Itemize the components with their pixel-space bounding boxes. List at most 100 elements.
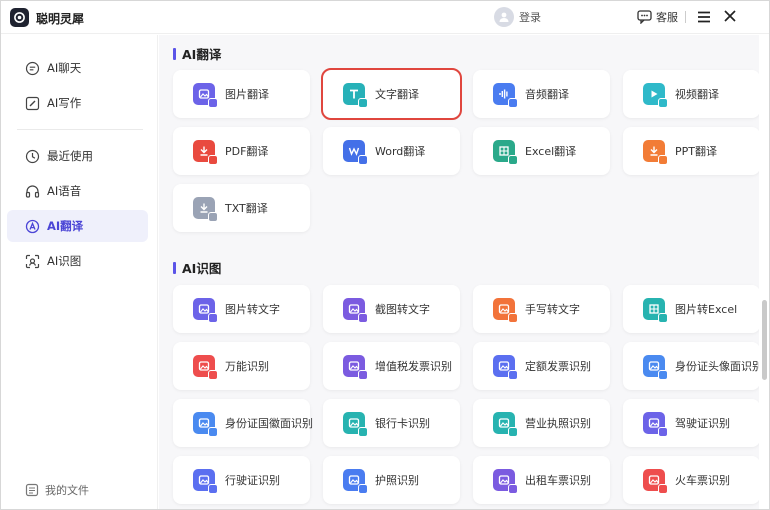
sidebar-divider — [17, 129, 143, 130]
universal-icon — [193, 355, 218, 380]
login-button[interactable]: 登录 — [494, 7, 541, 27]
icon-badge — [658, 313, 668, 323]
feature-card-label: 万能识别 — [225, 360, 269, 373]
section-title-text: AI翻译 — [182, 47, 222, 62]
feature-card-label: 火车票识别 — [675, 474, 730, 487]
feature-card[interactable]: 身份证头像面识别 — [623, 342, 759, 390]
sidebar-item-ai-recognize[interactable]: AI识图 — [7, 245, 148, 277]
icon-badge — [208, 484, 218, 494]
image-text-icon — [193, 298, 218, 323]
scrollbar[interactable] — [760, 35, 769, 509]
feature-card[interactable]: 营业执照识别 — [473, 399, 610, 447]
icon-badge — [508, 427, 518, 437]
feature-card[interactable]: 行驶证识别 — [173, 456, 310, 504]
feature-card[interactable]: Excel翻译 — [473, 127, 610, 175]
feature-card-label: PPT翻译 — [675, 145, 717, 158]
feature-card-label: TXT翻译 — [225, 202, 268, 215]
feature-card[interactable]: TXT翻译 — [173, 184, 310, 232]
feature-card[interactable]: 图片转文字 — [173, 285, 310, 333]
feature-card[interactable]: 图片翻译 — [173, 70, 310, 118]
app-logo-icon — [10, 8, 29, 27]
avatar-icon — [494, 7, 514, 27]
feature-card[interactable]: 增值税发票识别 — [323, 342, 460, 390]
feature-card[interactable]: 音频翻译 — [473, 70, 610, 118]
scan-icon — [25, 254, 40, 268]
section-title-text: AI识图 — [182, 261, 222, 276]
section-accent — [173, 47, 176, 60]
feature-card-label: Excel翻译 — [525, 145, 577, 158]
icon-badge — [358, 370, 368, 380]
video-icon — [643, 83, 668, 108]
handwrite-icon — [493, 298, 518, 323]
feature-card-label: Word翻译 — [375, 145, 426, 158]
feature-card[interactable]: 手写转文字 — [473, 285, 610, 333]
feature-card-label: 增值税发票识别 — [375, 360, 452, 373]
sidebar-item-ai-voice[interactable]: AI语音 — [7, 175, 148, 207]
feature-card-label: 营业执照识别 — [525, 417, 591, 430]
close-icon[interactable] — [722, 8, 738, 24]
feature-card-label: 手写转文字 — [525, 303, 580, 316]
icon-badge — [658, 427, 668, 437]
app-window: 聪明灵犀 登录 客服 AI聊天 AI写作 最近使用 AI语音 AI翻译 AI识图… — [0, 0, 770, 510]
feature-card[interactable]: PPT翻译 — [623, 127, 759, 175]
service-chat-icon — [637, 10, 652, 24]
feature-card[interactable]: 驾驶证识别 — [623, 399, 759, 447]
icon-badge — [208, 212, 218, 222]
feature-card[interactable]: Word翻译 — [323, 127, 460, 175]
quota-invoice-icon — [493, 355, 518, 380]
icon-badge — [358, 155, 368, 165]
sidebar-item-ai-write[interactable]: AI写作 — [7, 87, 148, 119]
icon-badge — [658, 484, 668, 494]
feature-card-label: PDF翻译 — [225, 145, 269, 158]
feature-card[interactable]: 火车票识别 — [623, 456, 759, 504]
sidebar-item-label: AI聊天 — [47, 61, 82, 75]
text-icon — [343, 83, 368, 108]
image-icon — [193, 83, 218, 108]
feature-card-label: 身份证头像面识别 — [675, 360, 759, 373]
feature-card-label: 出租车票识别 — [525, 474, 591, 487]
pdf-icon — [193, 140, 218, 165]
audio-icon — [493, 83, 518, 108]
feature-card[interactable]: 截图转文字 — [323, 285, 460, 333]
icon-badge — [208, 313, 218, 323]
bank-card-icon — [343, 412, 368, 437]
feature-card-label: 文字翻译 — [375, 88, 419, 101]
feature-card[interactable]: 文字翻译 — [321, 68, 462, 120]
scrollbar-thumb[interactable] — [762, 300, 767, 380]
vat-invoice-icon — [343, 355, 368, 380]
feature-card[interactable]: 护照识别 — [323, 456, 460, 504]
feature-card[interactable]: 定额发票识别 — [473, 342, 610, 390]
feature-card[interactable]: PDF翻译 — [173, 127, 310, 175]
feature-card[interactable]: 万能识别 — [173, 342, 310, 390]
feature-card-label: 截图转文字 — [375, 303, 430, 316]
vehicle-license-icon — [193, 469, 218, 494]
icon-badge — [508, 370, 518, 380]
sidebar-item-ai-chat[interactable]: AI聊天 — [7, 52, 148, 84]
chat-icon — [25, 61, 40, 75]
title-bar: 聪明灵犀 登录 客服 — [1, 1, 769, 34]
driver-license-icon — [643, 412, 668, 437]
feature-card-label: 行驶证识别 — [225, 474, 280, 487]
sidebar-item-ai-translate[interactable]: AI翻译 — [7, 210, 148, 242]
menu-icon[interactable] — [696, 9, 712, 25]
sidebar-item-label: AI翻译 — [47, 219, 84, 233]
sidebar-item-recent[interactable]: 最近使用 — [7, 140, 148, 172]
section-accent — [173, 261, 176, 274]
feature-card-label: 定额发票识别 — [525, 360, 591, 373]
feature-card[interactable]: 身份证国徽面识别 — [173, 399, 313, 447]
icon-badge — [208, 155, 218, 165]
section-title-recognize: AI识图 — [173, 258, 221, 277]
customer-service-button[interactable]: 客服 — [637, 9, 678, 25]
write-icon — [25, 96, 40, 110]
feature-card[interactable]: 视频翻译 — [623, 70, 759, 118]
feature-card[interactable]: 出租车票识别 — [473, 456, 610, 504]
image-excel-icon — [643, 298, 668, 323]
file-icon — [25, 483, 39, 497]
feature-card[interactable]: 图片转Excel — [623, 285, 759, 333]
sidebar-item-label: 最近使用 — [47, 149, 93, 163]
license-icon — [493, 412, 518, 437]
feature-card[interactable]: 银行卡识别 — [323, 399, 460, 447]
feature-card-label: 视频翻译 — [675, 88, 719, 101]
icon-badge — [208, 98, 218, 108]
my-files-button[interactable]: 我的文件 — [25, 482, 89, 498]
